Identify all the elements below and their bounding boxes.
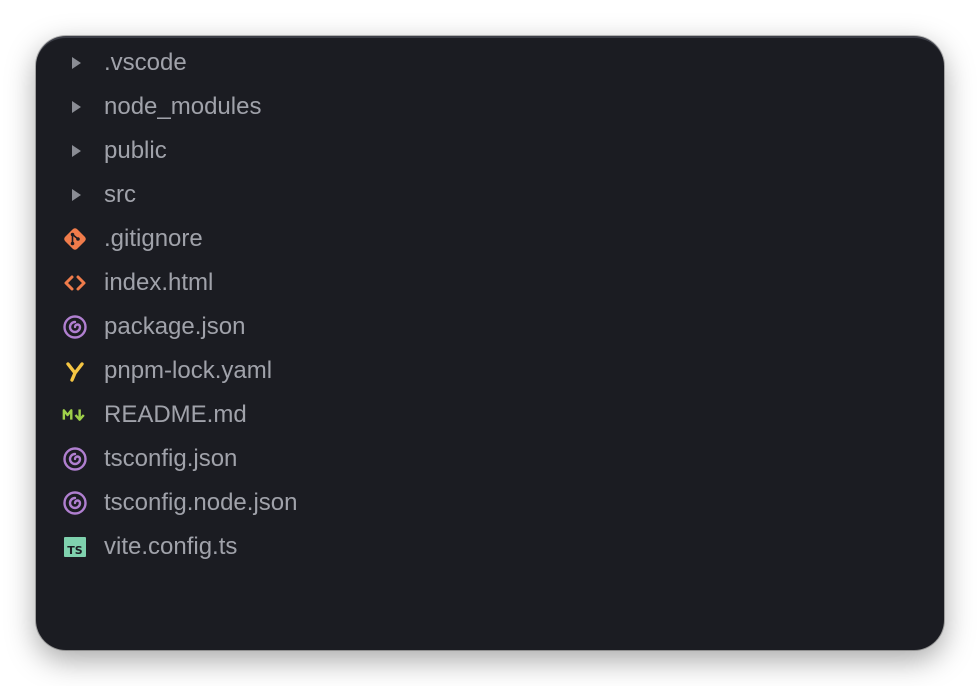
tree-item-label: src xyxy=(104,181,136,208)
chevron-right-icon[interactable] xyxy=(62,50,88,76)
tree-item-label: index.html xyxy=(104,269,214,296)
file-index-html[interactable]: index.html xyxy=(36,261,944,305)
file-tree: .vscode node_modules public src .gitigno… xyxy=(36,41,944,569)
folder-public[interactable]: public xyxy=(36,129,944,173)
file-gitignore[interactable]: .gitignore xyxy=(36,217,944,261)
git-icon xyxy=(62,226,88,252)
chevron-right-icon[interactable] xyxy=(62,182,88,208)
file-readme-md[interactable]: README.md xyxy=(36,393,944,437)
tree-item-label: .gitignore xyxy=(104,225,203,252)
html-icon xyxy=(62,270,88,296)
file-package-json[interactable]: package.json xyxy=(36,305,944,349)
tree-item-label: .vscode xyxy=(104,49,187,76)
file-tsconfig-node-json[interactable]: tsconfig.node.json xyxy=(36,481,944,525)
json-spiral-icon xyxy=(62,446,88,472)
file-vite-config-ts[interactable]: TS vite.config.ts xyxy=(36,525,944,569)
file-explorer-window: .vscode node_modules public src .gitigno… xyxy=(36,36,944,650)
file-tsconfig-json[interactable]: tsconfig.json xyxy=(36,437,944,481)
tree-item-label: vite.config.ts xyxy=(104,533,238,560)
tree-item-label: package.json xyxy=(104,313,246,340)
file-pnpm-lock-yaml[interactable]: pnpm-lock.yaml xyxy=(36,349,944,393)
tree-item-label: pnpm-lock.yaml xyxy=(104,357,273,384)
folder-node-modules[interactable]: node_modules xyxy=(36,85,944,129)
svg-text:TS: TS xyxy=(67,544,83,557)
markdown-icon xyxy=(62,402,88,428)
json-spiral-icon xyxy=(62,490,88,516)
folder-vscode[interactable]: .vscode xyxy=(36,41,944,85)
typescript-icon: TS xyxy=(62,534,88,560)
chevron-right-icon[interactable] xyxy=(62,94,88,120)
tree-item-label: tsconfig.node.json xyxy=(104,489,298,516)
tree-item-label: tsconfig.json xyxy=(104,445,238,472)
yaml-icon xyxy=(62,358,88,384)
folder-src[interactable]: src xyxy=(36,173,944,217)
tree-item-label: public xyxy=(104,137,167,164)
tree-item-label: node_modules xyxy=(104,93,262,120)
json-spiral-icon xyxy=(62,314,88,340)
tree-item-label: README.md xyxy=(104,401,247,428)
chevron-right-icon[interactable] xyxy=(62,138,88,164)
